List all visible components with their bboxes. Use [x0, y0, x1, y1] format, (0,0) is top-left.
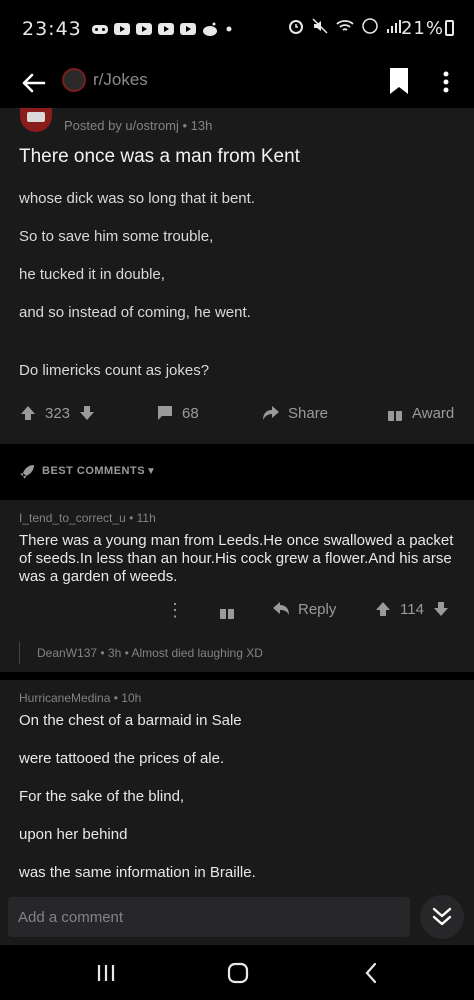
comment-sort-bar[interactable]: BEST COMMENTS ▼ — [0, 444, 474, 500]
back-button[interactable] — [18, 68, 48, 98]
system-back-button[interactable] — [360, 961, 384, 985]
comment-author[interactable]: HurricaneMedina — [19, 691, 110, 705]
youtube-icon — [158, 23, 174, 35]
comment-vote-count: 114 — [400, 600, 424, 618]
post-body-line: Do limericks count as jokes? — [19, 362, 210, 379]
home-button[interactable] — [226, 961, 250, 985]
comment-body-line: On the chest of a barmaid in Sale — [19, 712, 242, 729]
comment-vote-group: 114 — [374, 600, 450, 618]
gift-icon[interactable] — [218, 602, 236, 620]
youtube-icon — [136, 23, 152, 35]
comment-body-line: upon her behind — [19, 826, 128, 843]
post-body-line: So to save him some trouble, — [19, 228, 214, 245]
back-arrow-icon — [22, 73, 46, 93]
subreddit-avatar[interactable] — [62, 68, 86, 92]
status-right-icons — [288, 18, 402, 34]
post-body-line: and so instead of coming, he went. — [19, 304, 251, 321]
battery-percent: 21% — [400, 18, 444, 39]
downvote-icon[interactable] — [432, 600, 450, 618]
vote-group: 323 — [19, 404, 96, 422]
comment: I_tend_to_correct_u • 11h There was a yo… — [0, 500, 474, 672]
comments-button[interactable]: 68 — [156, 404, 199, 422]
comment-time: • 11h — [129, 511, 156, 525]
award-label: Award — [412, 404, 455, 422]
reply-arrow-icon — [273, 602, 289, 615]
comment-meta: I_tend_to_correct_u • 11h — [19, 511, 156, 525]
recents-icon — [97, 965, 115, 981]
author-avatar[interactable] — [20, 108, 52, 132]
battery-icon — [445, 20, 454, 36]
dot-icon — [226, 26, 232, 32]
share-icon — [263, 406, 279, 420]
post-body-line: whose dick was so long that it bent. — [19, 190, 255, 207]
more-vertical-icon — [443, 71, 449, 93]
comment-count: 68 — [182, 404, 199, 422]
double-chevron-down-icon — [432, 907, 452, 926]
signal-icon — [387, 20, 401, 33]
compose-bar: Add a comment — [0, 895, 474, 945]
youtube-icon — [114, 23, 130, 35]
reddit-icon — [203, 22, 217, 36]
bookmark-button[interactable] — [388, 67, 410, 95]
comment-meta: HurricaneMedina • 10h — [19, 691, 141, 705]
downvote-icon[interactable] — [78, 404, 96, 422]
post-title: There once was a man from Kent — [19, 146, 300, 167]
chevron-down-icon[interactable]: ▼ — [146, 466, 156, 477]
post-body-line: he tucked it in double, — [19, 266, 165, 283]
system-nav-bar — [0, 945, 474, 1000]
post-vote-count: 323 — [45, 404, 71, 422]
comment-body-line: For the sake of the blind, — [19, 788, 185, 805]
recents-button[interactable] — [94, 961, 118, 985]
comment-action-bar: ⋮ Reply 114 — [0, 600, 474, 622]
youtube-icon — [180, 23, 196, 35]
post-meta[interactable]: Posted by u/ostromj • 13h — [64, 118, 212, 133]
gift-icon — [387, 406, 403, 421]
share-button[interactable]: Share — [262, 404, 328, 422]
mute-icon — [312, 18, 328, 34]
next-comment-button[interactable] — [420, 895, 464, 939]
divider — [0, 672, 474, 680]
gamepad-icon — [92, 25, 108, 34]
more-options-button[interactable] — [436, 68, 456, 96]
comment-body: There was a young man from Leeds.He once… — [19, 532, 454, 585]
home-icon — [227, 962, 249, 984]
subreddit-name[interactable]: r/Jokes — [93, 70, 148, 90]
comment-body-line: were tattooed the prices of ale. — [19, 750, 225, 767]
reply-button[interactable]: Reply — [272, 600, 336, 618]
status-bar: 23:43 21% — [0, 0, 474, 62]
add-comment-input[interactable]: Add a comment — [8, 897, 410, 937]
upvote-icon[interactable] — [19, 404, 37, 422]
rocket-icon — [20, 465, 34, 479]
chevron-left-icon — [365, 962, 377, 984]
sort-label[interactable]: BEST COMMENTS — [42, 465, 145, 477]
share-label: Share — [288, 404, 329, 422]
reply-label: Reply — [298, 600, 337, 618]
wifi-icon — [336, 20, 354, 31]
comment-body-line: was the same information in Braille. — [19, 864, 256, 881]
top-app-bar: r/Jokes — [0, 62, 474, 108]
award-button[interactable]: Award — [386, 404, 454, 422]
more-vertical-icon[interactable]: ⋮ — [166, 600, 184, 621]
alarm-icon — [289, 20, 303, 34]
comment-time: • 10h — [113, 691, 142, 705]
status-time: 23:43 — [22, 18, 82, 40]
bookmark-icon — [390, 68, 408, 94]
comment-author[interactable]: I_tend_to_correct_u — [19, 511, 126, 525]
comment: HurricaneMedina • 10h On the chest of a … — [0, 680, 474, 895]
notification-icons — [92, 22, 234, 36]
collapsed-reply[interactable]: DeanW137 • 3h • Almost died laughing XD — [19, 642, 263, 664]
post-card: Posted by u/ostromj • 13h There once was… — [0, 108, 474, 444]
volte-icon — [362, 18, 378, 34]
comment-icon — [158, 406, 172, 420]
upvote-icon[interactable] — [374, 600, 392, 618]
post-action-bar: 323 68 Share Award — [0, 404, 474, 430]
